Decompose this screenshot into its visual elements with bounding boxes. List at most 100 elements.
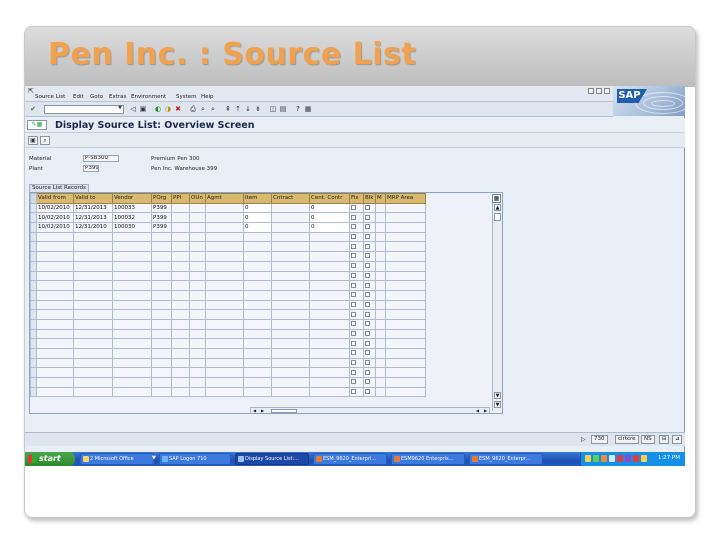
task-button[interactable]: 2 Microsoft Office [80, 453, 154, 465]
table-row[interactable] [30, 251, 426, 262]
table-cell[interactable] [189, 309, 206, 320]
table-cell[interactable] [73, 270, 113, 282]
menu-goto[interactable]: Goto [90, 94, 103, 100]
table-row[interactable] [30, 386, 426, 398]
table-cell[interactable] [189, 318, 206, 330]
back-icon[interactable]: ◐ [153, 104, 163, 114]
table-cell[interactable] [243, 386, 272, 398]
table-cell[interactable] [385, 280, 426, 291]
table-cell[interactable] [73, 348, 113, 359]
table-cell[interactable] [205, 251, 244, 262]
table-cell[interactable] [309, 260, 350, 272]
column-header[interactable]: Cntract [271, 193, 310, 204]
table-cell[interactable] [205, 299, 244, 311]
table-cell[interactable] [385, 328, 426, 340]
table-cell[interactable] [36, 318, 74, 330]
table-cell[interactable] [36, 270, 74, 282]
table-cell[interactable] [189, 260, 206, 272]
overview-icon[interactable]: ▣ [28, 136, 38, 145]
table-cell[interactable] [73, 260, 113, 272]
table-row[interactable] [30, 231, 426, 243]
table-cell[interactable] [271, 338, 310, 349]
enter-icon[interactable]: ✔ [28, 104, 38, 114]
h-scroll-thumb[interactable] [271, 409, 297, 413]
fix-checkbox[interactable] [351, 224, 356, 230]
table-cell[interactable]: 10/02/2010 [36, 202, 74, 214]
fix-checkbox[interactable] [351, 301, 356, 307]
table-cell[interactable] [271, 309, 310, 320]
table-cell[interactable] [189, 338, 206, 349]
table-cell[interactable] [309, 280, 350, 291]
table-cell[interactable] [189, 212, 206, 224]
blocked-checkbox[interactable] [365, 205, 370, 211]
table-cell[interactable] [73, 231, 113, 243]
table-cell[interactable] [73, 357, 113, 369]
minimize-icon[interactable] [588, 88, 594, 94]
scroll-bottom-icon[interactable]: ▼ [494, 401, 501, 408]
table-cell[interactable] [271, 289, 310, 301]
table-cell[interactable] [205, 260, 244, 272]
table-cell[interactable] [171, 202, 190, 214]
table-cell[interactable] [271, 270, 310, 282]
blocked-checkbox[interactable] [365, 263, 370, 269]
table-cell[interactable] [309, 386, 350, 398]
fix-checkbox[interactable] [351, 282, 356, 288]
table-row[interactable] [30, 299, 426, 311]
table-cell[interactable] [151, 367, 172, 379]
fix-checkbox[interactable] [351, 369, 356, 375]
scroll-up-icon[interactable]: ▲ [494, 204, 501, 211]
table-cell[interactable] [243, 260, 272, 272]
table-cell[interactable] [205, 270, 244, 282]
table-cell[interactable] [36, 289, 74, 301]
table-cell[interactable] [151, 231, 172, 243]
table-row[interactable] [30, 377, 426, 388]
last-page-icon[interactable]: ⇟ [253, 104, 263, 114]
blocked-checkbox[interactable] [365, 321, 370, 327]
next-page-icon[interactable]: ↓ [243, 104, 253, 114]
status-triangle-icon[interactable]: ▷ [581, 436, 586, 443]
table-cell[interactable]: 100033 [112, 202, 152, 214]
table-cell[interactable] [309, 357, 350, 369]
fix-checkbox[interactable] [351, 340, 356, 346]
menu-source-list[interactable]: Source List [35, 94, 65, 100]
table-cell[interactable] [151, 309, 172, 320]
blocked-checkbox[interactable] [365, 350, 370, 356]
table-cell[interactable] [385, 202, 426, 214]
table-cell[interactable] [151, 377, 172, 388]
table-cell[interactable] [205, 289, 244, 301]
blocked-checkbox[interactable] [365, 311, 370, 317]
table-cell[interactable] [112, 260, 152, 272]
tray-icon[interactable] [641, 455, 647, 462]
table-row[interactable] [30, 338, 426, 349]
task-button[interactable]: ESM_9620_Enterpri... [313, 453, 387, 465]
table-row[interactable] [30, 260, 426, 272]
table-cell[interactable] [112, 241, 152, 253]
blocked-checkbox[interactable] [365, 272, 370, 278]
table-cell[interactable]: 0 [243, 222, 272, 233]
table-cell[interactable] [189, 270, 206, 282]
tray-icon[interactable] [609, 455, 615, 462]
table-cell[interactable] [73, 377, 113, 388]
command-field[interactable]: ▼ [44, 105, 124, 114]
table-cell[interactable] [171, 328, 190, 340]
table-cell[interactable] [243, 318, 272, 330]
table-cell[interactable] [36, 231, 74, 243]
table-cell[interactable] [243, 338, 272, 349]
table-cell[interactable] [309, 299, 350, 311]
table-cell[interactable]: 12/31/2010 [73, 222, 113, 233]
table-cell[interactable] [112, 318, 152, 330]
table-cell[interactable] [171, 338, 190, 349]
table-cell[interactable] [271, 280, 310, 291]
table-cell[interactable]: 0 [243, 212, 272, 224]
table-cell[interactable] [36, 299, 74, 311]
table-cell[interactable] [171, 280, 190, 291]
table-cell[interactable] [73, 318, 113, 330]
table-cell[interactable] [73, 309, 113, 320]
column-header[interactable]: M [375, 193, 386, 204]
fix-checkbox[interactable] [351, 292, 356, 298]
tray-icon[interactable] [585, 455, 591, 462]
table-cell[interactable] [271, 348, 310, 359]
scroll-right-step-icon[interactable]: ◀ [474, 408, 481, 413]
table-cell[interactable] [385, 260, 426, 272]
table-row[interactable] [30, 348, 426, 359]
